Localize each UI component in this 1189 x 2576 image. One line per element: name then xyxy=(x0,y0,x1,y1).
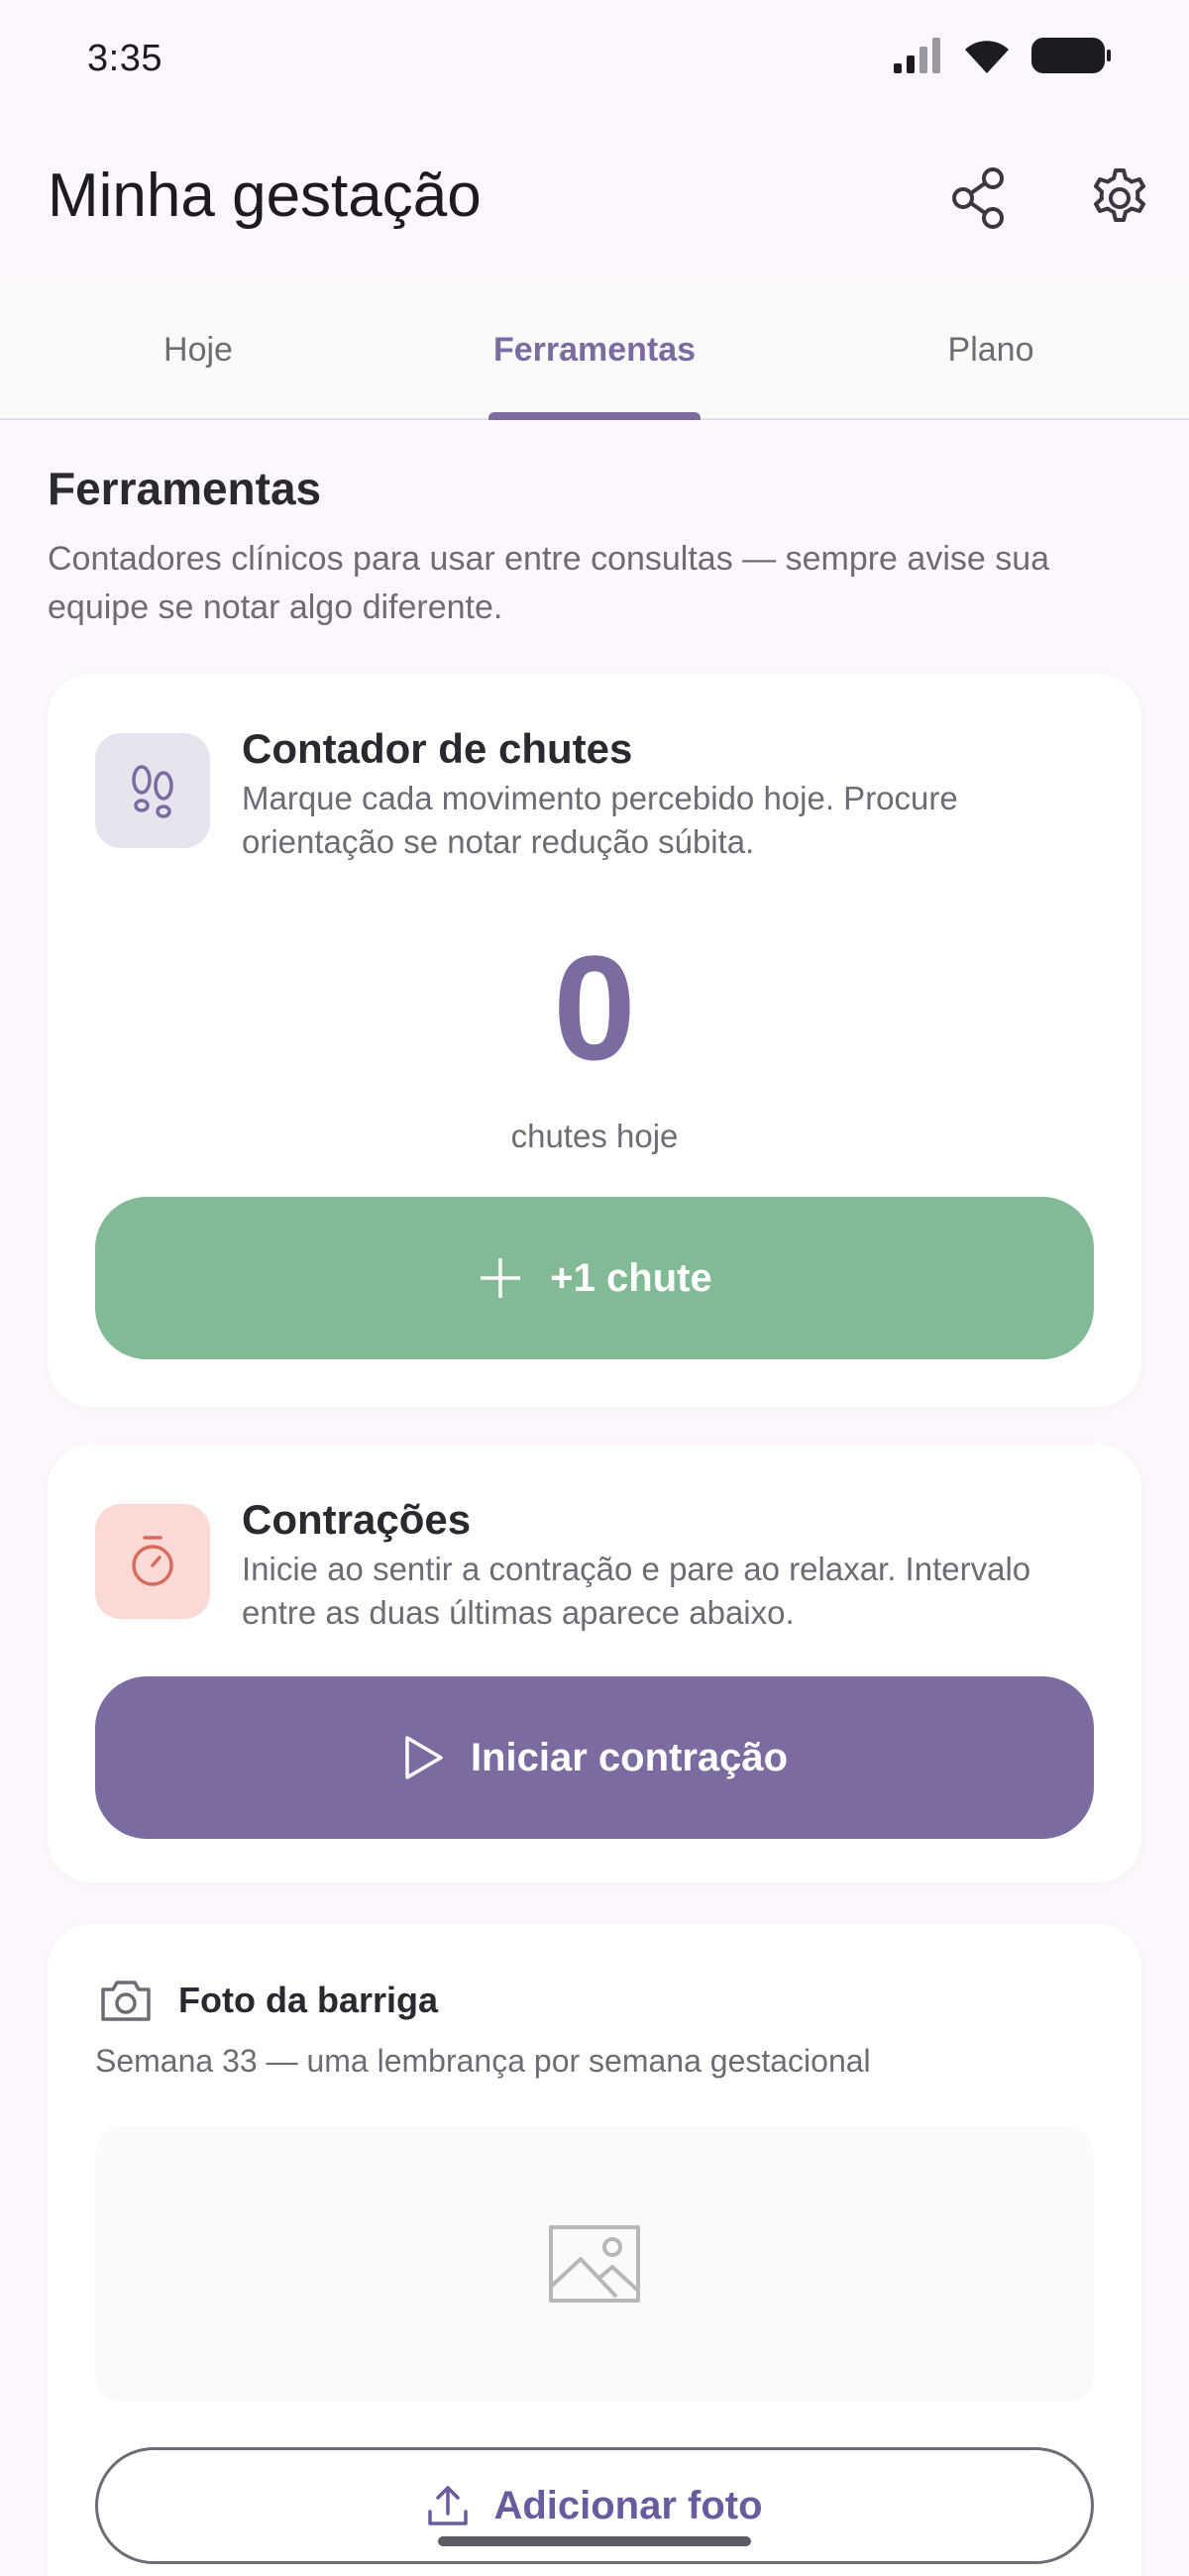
tab-plano-label: Plano xyxy=(947,330,1034,369)
wifi-icon xyxy=(965,41,1009,73)
kick-counter-description: Marque cada movimento percebido hoje. Pr… xyxy=(242,780,958,860)
play-icon xyxy=(405,1736,443,1779)
add-photo-button[interactable]: Adicionar foto xyxy=(95,2447,1094,2564)
settings-icon xyxy=(1094,168,1145,222)
home-indicator[interactable] xyxy=(438,2536,751,2546)
section-description: Contadores clínicos para usar entre cons… xyxy=(48,540,1050,626)
kick-counter-title: Contador de chutes xyxy=(242,725,633,772)
contractions-card: Contrações Inicie ao sentir a contração … xyxy=(48,1445,1141,1882)
belly-photo-header: Foto da barriga xyxy=(99,1978,438,2023)
photo-placeholder xyxy=(95,2126,1094,2402)
contractions-description: Inicie ao sentir a contração e pare ao r… xyxy=(242,1551,1031,1631)
belly-photo-card: Foto da barriga Semana 33 — uma lembranç… xyxy=(48,1924,1141,2576)
tab-plano[interactable]: Plano xyxy=(793,281,1189,418)
stopwatch-icon xyxy=(132,1536,173,1586)
footprints-icon xyxy=(132,765,173,818)
kick-count-value: 0 xyxy=(553,924,636,1091)
camera-icon xyxy=(101,1981,151,2021)
add-kick-label: +1 chute xyxy=(550,1255,712,1300)
image-placeholder-icon xyxy=(549,2225,640,2303)
tab-hoje[interactable]: Hoje xyxy=(0,281,396,418)
contractions-icon-tile xyxy=(95,1504,210,1619)
add-photo-label: Adicionar foto xyxy=(493,2483,763,2527)
upload-icon xyxy=(428,2486,469,2525)
kick-count-label: chutes hoje xyxy=(510,1118,679,1154)
page-title: Minha gestação xyxy=(48,161,482,230)
settings-button[interactable] xyxy=(1080,159,1159,238)
tab-ferramentas[interactable]: Ferramentas xyxy=(396,281,793,420)
share-button[interactable] xyxy=(939,159,1019,238)
contractions-title: Contrações xyxy=(242,1496,472,1543)
start-contraction-label: Iniciar contração xyxy=(470,1735,789,1779)
active-tab-indicator xyxy=(488,412,701,420)
battery-icon xyxy=(1031,38,1111,73)
belly-photo-title: Foto da barriga xyxy=(178,1980,439,2020)
plus-icon xyxy=(481,1258,521,1298)
status-time: 3:35 xyxy=(87,38,162,79)
start-contraction-button[interactable]: Iniciar contração xyxy=(95,1676,1094,1839)
app-bar: Minha gestação xyxy=(0,119,1189,277)
signal-icon xyxy=(894,38,940,73)
status-icons xyxy=(892,36,1112,75)
kick-icon-tile xyxy=(95,733,210,848)
tab-bar: Hoje Ferramentas Plano xyxy=(0,281,1189,420)
section-title: Ferramentas xyxy=(48,463,322,514)
add-kick-button[interactable]: +1 chute xyxy=(95,1197,1094,1359)
kick-counter-card: Contador de chutes Marque cada movimento… xyxy=(48,674,1141,1407)
tab-ferramentas-label: Ferramentas xyxy=(492,330,697,369)
belly-photo-subtitle: Semana 33 — uma lembrança por semana ges… xyxy=(95,2043,871,2079)
tab-hoje-label: Hoje xyxy=(163,330,233,369)
share-icon xyxy=(952,167,1004,229)
status-bar: 3:35 xyxy=(0,0,1189,119)
